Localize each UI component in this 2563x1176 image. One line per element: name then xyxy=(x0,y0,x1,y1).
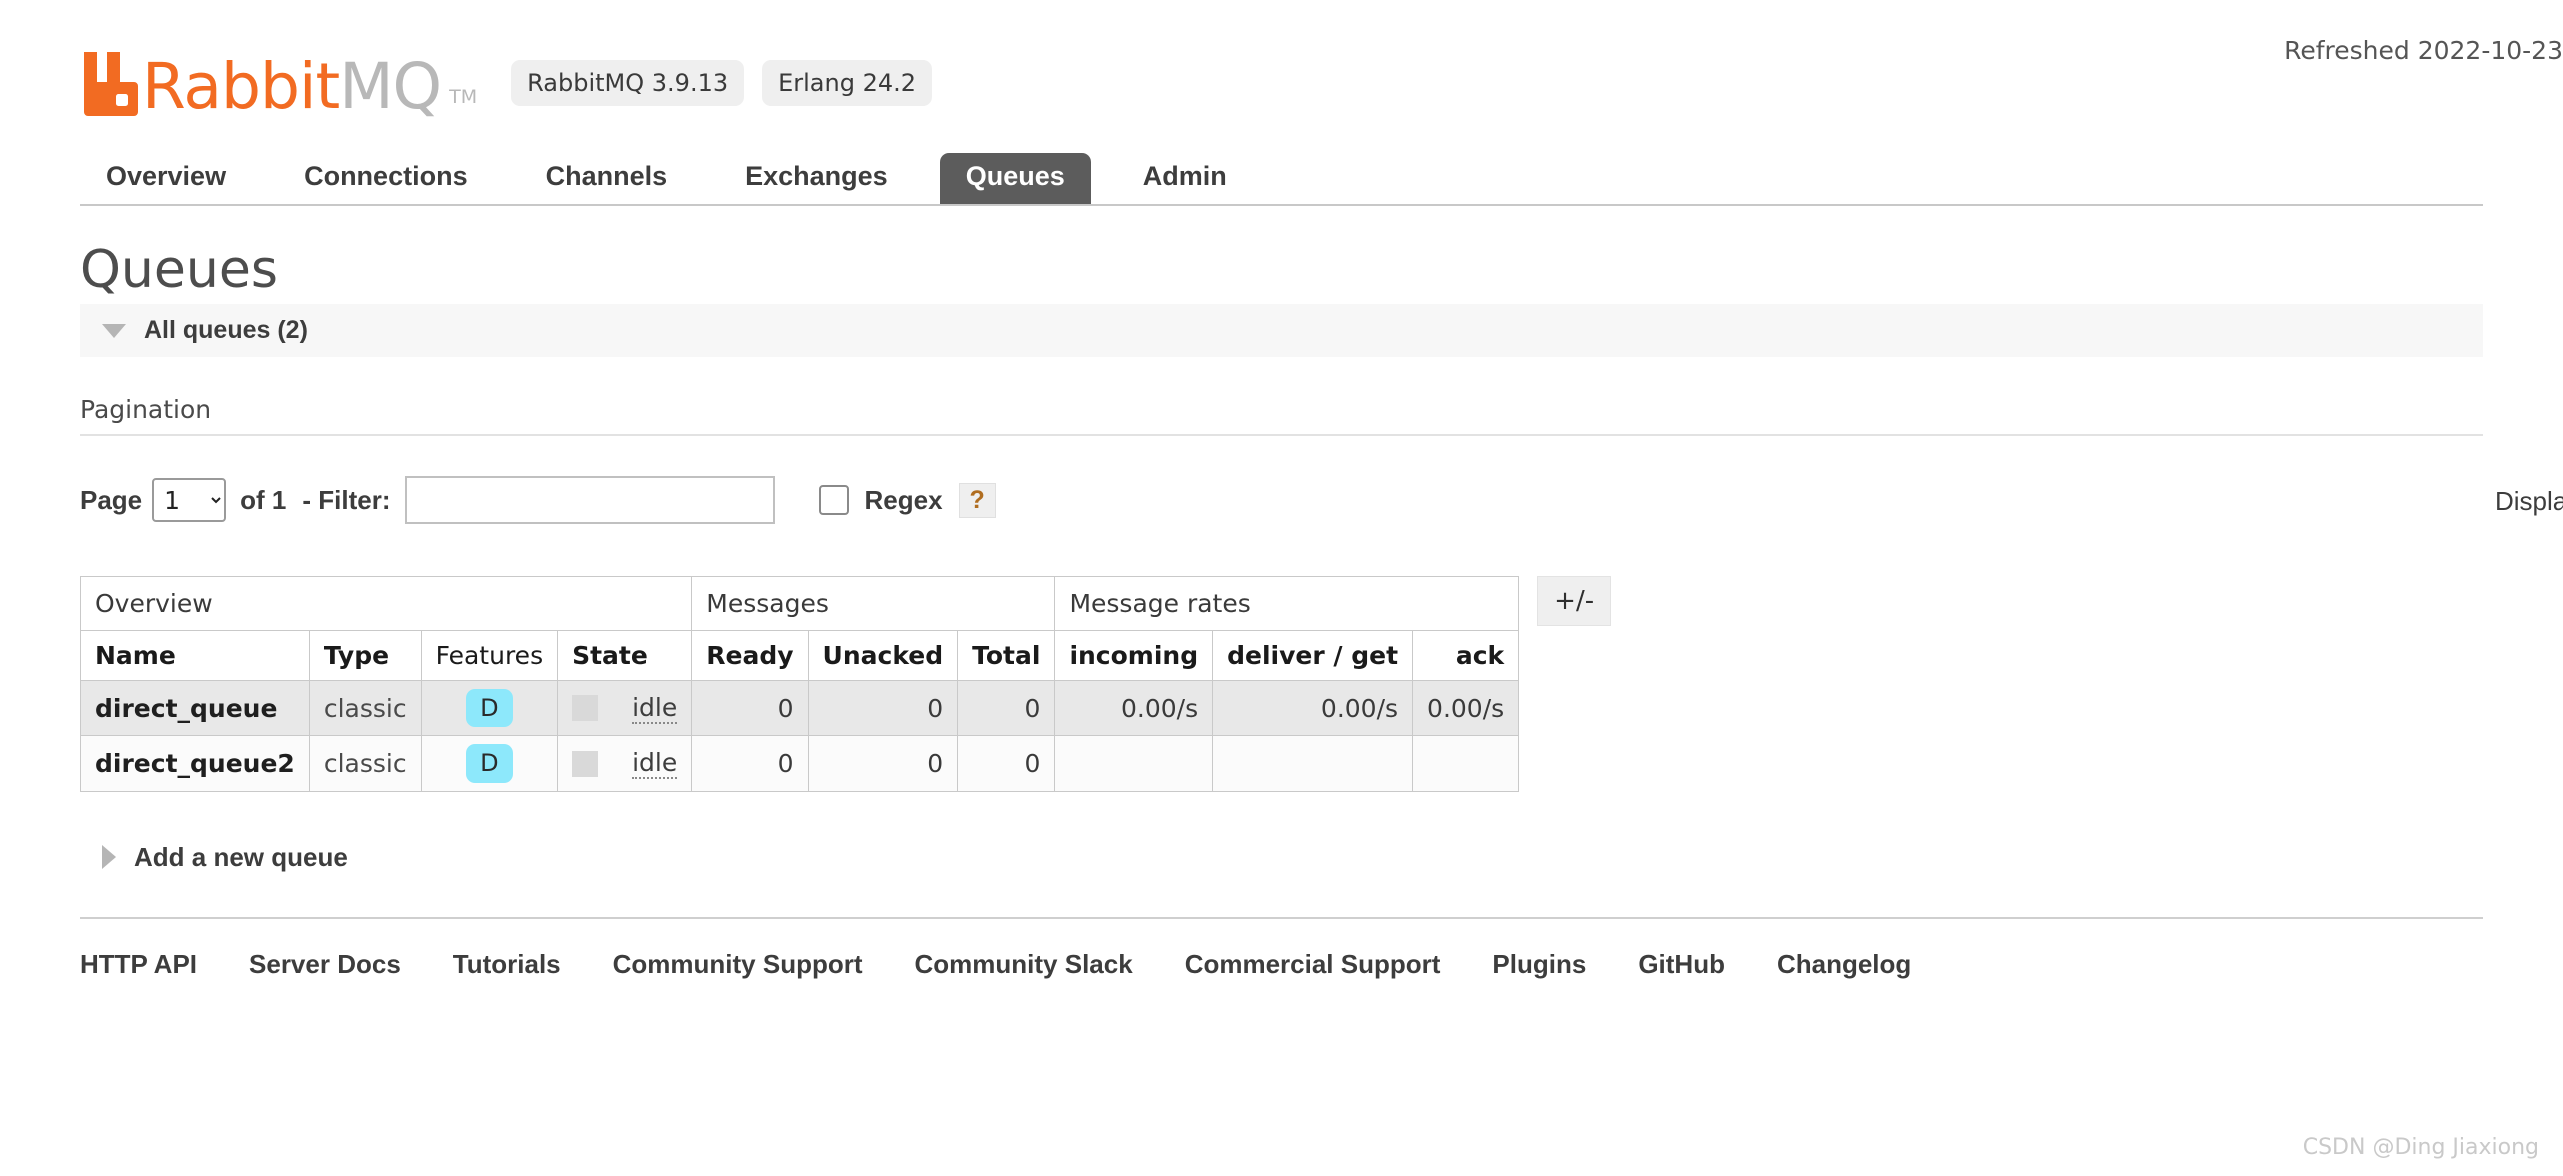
tab-exchanges[interactable]: Exchanges xyxy=(719,153,914,204)
cell-messages-total: 0 xyxy=(957,679,1056,737)
tab-channels[interactable]: Channels xyxy=(520,153,694,204)
logo-text-mq: MQ xyxy=(339,50,442,123)
all-queues-section-header[interactable]: All queues (2) xyxy=(80,304,2483,357)
badge-erlang-version: Erlang 24.2 xyxy=(762,60,933,106)
all-queues-label: All queues (2) xyxy=(144,316,308,344)
cell-messages-total: 0 xyxy=(957,735,1056,792)
chevron-right-icon xyxy=(102,845,116,870)
tab-admin[interactable]: Admin xyxy=(1117,153,1253,204)
pagination-heading: Pagination xyxy=(80,395,212,424)
display-count-label: Displa xyxy=(2495,486,2563,516)
cell-rate-incoming: 0.00/s xyxy=(1054,679,1214,737)
column-header-incoming[interactable]: incoming xyxy=(1054,630,1214,681)
group-header-message-rates: Message rates xyxy=(1054,576,1520,631)
regex-help-icon[interactable]: ? xyxy=(958,482,996,518)
refreshed-timestamp: Refreshed 2022-10-23 xyxy=(2284,36,2563,65)
column-header-state[interactable]: State xyxy=(557,630,693,681)
footer-link-github[interactable]: GitHub xyxy=(1638,949,1725,980)
cell-rate-deliver-get: 0.00/s xyxy=(1212,679,1414,737)
cell-messages-ready: 0 xyxy=(691,735,809,792)
page-select[interactable]: 1 xyxy=(152,478,227,522)
table-row[interactable]: direct_queue classic D idle 0 0 0 0.00/s… xyxy=(80,679,1520,737)
durable-badge-icon[interactable]: D xyxy=(466,689,513,728)
cell-queue-features: D xyxy=(420,735,559,792)
column-header-type[interactable]: Type xyxy=(308,630,422,681)
cell-queue-state: idle xyxy=(557,735,693,792)
group-header-row: Overview Messages Message rates xyxy=(79,576,1520,631)
toggle-columns-button[interactable]: +/- xyxy=(1537,576,1612,626)
queues-table-wrapper: Overview Messages Message rates Name Typ… xyxy=(79,576,2483,792)
cell-messages-unacked: 0 xyxy=(807,735,959,792)
state-indicator-icon xyxy=(572,750,599,777)
cell-rate-ack: 0.00/s xyxy=(1412,679,1520,737)
main-content: Queues All queues (2) Pagination Page 1 … xyxy=(0,244,2563,873)
filter-controls: Page 1 of 1 - Filter: Regex ? Displa xyxy=(80,476,2563,524)
cell-queue-type: classic xyxy=(308,679,422,737)
queues-table-head: Overview Messages Message rates Name Typ… xyxy=(79,576,1520,681)
cell-rate-incoming xyxy=(1054,735,1214,792)
footer-link-http-api[interactable]: HTTP API xyxy=(80,949,197,980)
footer-link-commercial-support[interactable]: Commercial Support xyxy=(1185,949,1441,980)
page-title: Queues xyxy=(80,240,278,300)
filter-label: - Filter: xyxy=(302,484,391,515)
tab-queues[interactable]: Queues xyxy=(939,153,1091,204)
state-text: idle xyxy=(632,692,678,724)
column-header-name[interactable]: Name xyxy=(80,630,310,681)
regex-control: Regex ? xyxy=(818,482,996,518)
column-header-total[interactable]: Total xyxy=(957,630,1056,681)
state-text: idle xyxy=(632,748,678,780)
footer-link-changelog[interactable]: Changelog xyxy=(1777,949,1911,980)
regex-label: Regex xyxy=(864,484,943,515)
logo-text-rabbit: Rabbit xyxy=(142,50,340,123)
queues-table: Overview Messages Message rates Name Typ… xyxy=(79,576,1520,792)
add-new-queue-label: Add a new queue xyxy=(134,841,348,872)
column-header-features: Features xyxy=(420,630,559,681)
regex-checkbox[interactable] xyxy=(818,485,849,515)
footer-links: HTTP API Server Docs Tutorials Community… xyxy=(80,916,2483,980)
column-header-unacked[interactable]: Unacked xyxy=(807,630,959,681)
footer-link-tutorials[interactable]: Tutorials xyxy=(453,949,561,980)
cell-queue-name[interactable]: direct_queue2 xyxy=(80,735,310,792)
logo-text[interactable]: RabbitMQ xyxy=(142,55,442,118)
page-label: Page xyxy=(80,484,143,515)
cell-queue-name[interactable]: direct_queue xyxy=(80,679,310,737)
version-badges: RabbitMQ 3.9.13 Erlang 24.2 xyxy=(511,60,933,106)
rabbitmq-logo-icon[interactable] xyxy=(80,50,138,116)
state-indicator-icon xyxy=(572,695,599,722)
cell-queue-state: idle xyxy=(557,679,693,737)
tab-overview[interactable]: Overview xyxy=(80,153,252,204)
queues-table-body: direct_queue classic D idle 0 0 0 0.00/s… xyxy=(80,679,1520,792)
durable-badge-icon[interactable]: D xyxy=(466,744,513,783)
footer-link-community-support[interactable]: Community Support xyxy=(613,949,863,980)
logo-row: RabbitMQ TM RabbitMQ 3.9.13 Erlang 24.2 xyxy=(0,28,2563,120)
page-total-label: of 1 xyxy=(240,484,287,515)
filter-input[interactable] xyxy=(404,476,775,524)
rabbitmq-management-page: RabbitMQ TM RabbitMQ 3.9.13 Erlang 24.2 … xyxy=(0,0,2563,1176)
main-navigation: Overview Connections Channels Exchanges … xyxy=(80,148,2483,206)
group-header-overview: Overview xyxy=(79,576,693,631)
column-header-deliver-get[interactable]: deliver / get xyxy=(1212,630,1414,681)
cell-rate-deliver-get xyxy=(1212,735,1414,792)
logo-trademark: TM xyxy=(449,86,478,108)
cell-rate-ack xyxy=(1412,735,1520,792)
column-header-ready[interactable]: Ready xyxy=(691,630,809,681)
cell-queue-features: D xyxy=(420,679,559,737)
watermark: CSDN @Ding Jiaxiong xyxy=(2302,1135,2539,1160)
cell-messages-unacked: 0 xyxy=(807,679,959,737)
cell-messages-ready: 0 xyxy=(691,679,809,737)
table-row[interactable]: direct_queue2 classic D idle 0 0 0 xyxy=(80,735,1520,792)
footer-link-community-slack[interactable]: Community Slack xyxy=(915,949,1133,980)
chevron-down-icon xyxy=(102,323,126,338)
cell-queue-type: classic xyxy=(308,735,422,792)
footer-link-plugins[interactable]: Plugins xyxy=(1492,949,1586,980)
group-header-messages: Messages xyxy=(691,576,1056,631)
add-new-queue-section[interactable]: Add a new queue xyxy=(80,842,2483,873)
column-header-ack[interactable]: ack xyxy=(1412,630,1520,681)
pagination-divider xyxy=(80,434,2483,436)
tab-connections[interactable]: Connections xyxy=(278,153,494,204)
page-header: RabbitMQ TM RabbitMQ 3.9.13 Erlang 24.2 … xyxy=(0,0,2563,148)
footer-link-server-docs[interactable]: Server Docs xyxy=(249,949,401,980)
badge-rabbitmq-version: RabbitMQ 3.9.13 xyxy=(511,60,745,106)
column-header-row: Name Type Features State Ready Unacked T… xyxy=(80,630,1520,681)
